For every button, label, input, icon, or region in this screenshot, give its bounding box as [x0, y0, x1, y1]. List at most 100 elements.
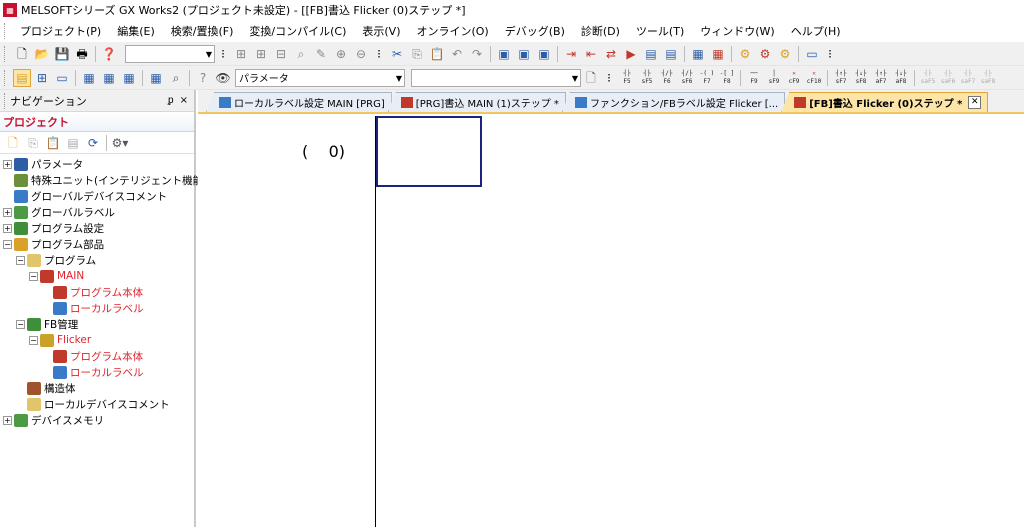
- ladder-icon[interactable]: ⊞: [232, 45, 250, 63]
- menu-compile[interactable]: 変換/コンパイル(C): [241, 23, 354, 39]
- toolbar-dropdown[interactable]: ▼: [411, 68, 581, 87]
- paste-icon[interactable]: 📋: [428, 45, 446, 63]
- close-icon[interactable]: ×: [180, 95, 188, 106]
- ladder-icon[interactable]: ⊞: [252, 45, 270, 63]
- collapse-icon[interactable]: −: [29, 335, 38, 345]
- tab-prg-write-main[interactable]: [PRG]書込 MAIN (1)ステップ *: [387, 92, 566, 112]
- expand-icon[interactable]: +: [3, 159, 12, 169]
- window-icon[interactable]: ▭: [803, 45, 821, 63]
- overflow-icon[interactable]: ⁝: [216, 45, 230, 63]
- dev-icon[interactable]: ▦: [120, 69, 138, 87]
- contact-no-icon[interactable]: ┤├ F5: [618, 69, 636, 87]
- ladder-cursor[interactable]: [376, 116, 482, 187]
- horizontal-line-icon[interactable]: ── F9: [745, 69, 763, 87]
- toolbar-dropdown[interactable]: ▼: [125, 44, 215, 63]
- save-icon[interactable]: 💾: [53, 45, 71, 63]
- ladder-editor[interactable]: ( 0): [198, 116, 1024, 527]
- menu-online[interactable]: オンライン(O): [408, 23, 496, 39]
- collapse-icon[interactable]: −: [16, 255, 25, 265]
- tree-item[interactable]: − Flicker: [0, 332, 194, 348]
- search-device-icon[interactable]: ⌕: [292, 45, 310, 63]
- diagnostics-icon[interactable]: ⚙: [756, 45, 774, 63]
- menu-project[interactable]: プロジェクト(P): [12, 23, 109, 39]
- pulse-icon[interactable]: ┤├ saF8: [979, 69, 997, 87]
- tree-item[interactable]: ローカルデバイスコメント: [0, 396, 194, 412]
- device-icon[interactable]: ▣: [495, 45, 513, 63]
- menu-edit[interactable]: 編集(E): [109, 23, 163, 39]
- tree-item[interactable]: ローカルラベル: [0, 364, 194, 380]
- tree-item[interactable]: 構造体: [0, 380, 194, 396]
- help-icon[interactable]: ❓: [100, 45, 118, 63]
- tab-fb-write-flicker[interactable]: [FB]書込 Flicker (0)ステップ * ✕: [781, 92, 989, 112]
- collapse-icon[interactable]: −: [29, 271, 38, 281]
- pulse-icon[interactable]: ┤├ saF5: [919, 69, 937, 87]
- overflow-icon[interactable]: ⁝: [823, 45, 837, 63]
- contact-nc-icon[interactable]: ┤/├ F6: [658, 69, 676, 87]
- tree-item[interactable]: グローバルデバイスコメント: [0, 188, 194, 204]
- delete-line-icon[interactable]: ✕ cF9: [785, 69, 803, 87]
- refresh-icon[interactable]: ⟳: [84, 134, 102, 152]
- pulse-icon[interactable]: ┤├ saF6: [939, 69, 957, 87]
- menu-diagnostics[interactable]: 診断(D): [573, 23, 628, 39]
- verify-icon[interactable]: ⇄: [602, 45, 620, 63]
- device-icon[interactable]: ▣: [515, 45, 533, 63]
- tree-item[interactable]: + デバイスメモリ: [0, 412, 194, 428]
- tree-item[interactable]: プログラム本体: [0, 348, 194, 364]
- tree-item[interactable]: + グローバルラベル: [0, 204, 194, 220]
- diagnostics-icon[interactable]: ⚙: [776, 45, 794, 63]
- rising-edge-icon[interactable]: ┤↑├ sF7: [832, 69, 850, 87]
- menu-find-replace[interactable]: 検索/置換(F): [163, 23, 242, 39]
- help-icon[interactable]: ?: [194, 69, 212, 87]
- undo-icon[interactable]: ↶: [448, 45, 466, 63]
- tree-item[interactable]: ローカルラベル: [0, 300, 194, 316]
- tree-item[interactable]: 特殊ユニット(インテリジェント機能ユニ: [0, 172, 224, 188]
- expand-icon[interactable]: +: [3, 223, 12, 233]
- zoom-icon[interactable]: ⊖: [352, 45, 370, 63]
- menu-tool[interactable]: ツール(T): [628, 23, 692, 39]
- parts-selection-icon[interactable]: ⊞: [33, 69, 51, 87]
- write-plc-icon[interactable]: ⇥: [562, 45, 580, 63]
- device-search-icon[interactable]: ▦: [147, 69, 165, 87]
- tree-item[interactable]: プログラム本体: [0, 284, 194, 300]
- new-file-icon[interactable]: 🗋: [13, 45, 31, 63]
- find-icon[interactable]: ⌕: [167, 69, 185, 87]
- vertical-line-icon[interactable]: │ sF9: [765, 69, 783, 87]
- instruction-icon[interactable]: -[ ] F8: [718, 69, 736, 87]
- dev-icon[interactable]: ▦: [80, 69, 98, 87]
- contact-no-parallel-icon[interactable]: ┤├ sF5: [638, 69, 656, 87]
- falling-edge-icon[interactable]: ┤↓├ sF8: [852, 69, 870, 87]
- properties-icon[interactable]: ▤: [64, 134, 82, 152]
- tree-item[interactable]: + パラメータ: [0, 156, 194, 172]
- tree-item[interactable]: − MAIN: [0, 268, 194, 284]
- tree-item[interactable]: − プログラム: [0, 252, 194, 268]
- search-combo[interactable]: パラメータ ▼: [235, 68, 405, 87]
- write-icon[interactable]: ✎: [312, 45, 330, 63]
- tree-item[interactable]: − プログラム部品: [0, 236, 194, 252]
- copy-icon[interactable]: ⎘: [24, 134, 42, 152]
- pulse-icon[interactable]: ┤├ saF7: [959, 69, 977, 87]
- diagnostics-icon[interactable]: ⚙: [736, 45, 754, 63]
- document-icon[interactable]: 🗋: [582, 69, 600, 87]
- rising-edge-parallel-icon[interactable]: ┤↑├ aF7: [872, 69, 890, 87]
- navigation-toggle-icon[interactable]: ▤: [13, 68, 31, 87]
- open-folder-icon[interactable]: 📂: [33, 45, 51, 63]
- expand-icon[interactable]: +: [3, 207, 12, 217]
- tree-item[interactable]: + プログラム設定: [0, 220, 194, 236]
- dev-icon[interactable]: ▦: [689, 45, 707, 63]
- collapse-icon[interactable]: −: [3, 239, 12, 249]
- menu-window[interactable]: ウィンドウ(W): [692, 23, 782, 39]
- overflow-icon[interactable]: ⁝: [372, 45, 386, 63]
- monitor-icon[interactable]: ▤: [642, 45, 660, 63]
- pin-icon[interactable]: ᵱ: [168, 95, 174, 106]
- tab-local-label-main[interactable]: ローカルラベル設定 MAIN [PRG]: [206, 92, 392, 112]
- close-icon[interactable]: ✕: [968, 96, 982, 109]
- binoculars-icon[interactable]: 👁: [214, 69, 232, 87]
- paste-icon[interactable]: 📋: [44, 134, 62, 152]
- device-icon[interactable]: ▣: [535, 45, 553, 63]
- monitor-icon[interactable]: ⊟: [272, 45, 290, 63]
- delete-vertical-icon[interactable]: ✕ cF10: [805, 69, 823, 87]
- copy-icon[interactable]: ⎘: [408, 45, 426, 63]
- dev-icon[interactable]: ▦: [709, 45, 727, 63]
- falling-edge-parallel-icon[interactable]: ┤↓├ aF8: [892, 69, 910, 87]
- monitor-icon[interactable]: ▤: [662, 45, 680, 63]
